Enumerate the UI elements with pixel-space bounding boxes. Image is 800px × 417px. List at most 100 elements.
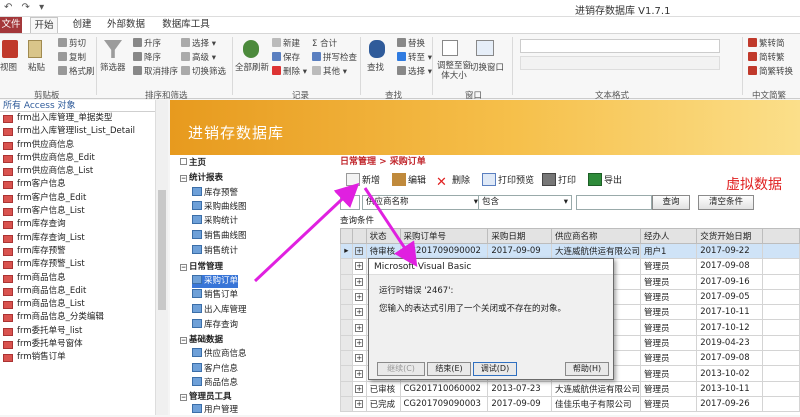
row-selector[interactable] xyxy=(340,319,353,336)
tree-inout[interactable]: 出入库管理 xyxy=(192,304,247,317)
table-cell[interactable]: 佳佳乐电子有限公司 xyxy=(550,395,642,413)
more-button[interactable]: 其他 ▾ xyxy=(312,65,347,77)
table-row[interactable]: + 已审核 CG201710060002 2013-07-23 大连威航供运有限公司 管理… xyxy=(340,380,800,397)
expand-cell[interactable]: + xyxy=(351,395,367,413)
tree-supplier-info[interactable]: 供应商信息 xyxy=(192,348,247,361)
copy-button[interactable]: 复制 xyxy=(58,51,86,63)
nav-object-item[interactable]: frm客户信息 xyxy=(0,178,167,191)
table-cell[interactable]: 管理员 xyxy=(640,319,698,336)
expand-cell[interactable]: + xyxy=(351,288,367,306)
print-button[interactable]: 打印 xyxy=(542,173,576,189)
table-cell[interactable]: 管理员 xyxy=(640,334,698,352)
table-cell[interactable]: 管理员 xyxy=(640,258,698,275)
save-record-button[interactable]: 保存 xyxy=(272,51,300,63)
nav-scrollbar[interactable] xyxy=(155,100,168,415)
nav-object-item[interactable]: frm客户信息_Edit xyxy=(0,192,167,205)
tab-external-data[interactable]: 外部数据 xyxy=(104,17,148,33)
nav-object-item[interactable]: frm商品信息 xyxy=(0,272,167,285)
table-cell[interactable]: 管理员 xyxy=(640,288,698,306)
table-cell[interactable]: 管理员 xyxy=(640,395,698,413)
row-selector[interactable] xyxy=(340,288,353,306)
tree-daily[interactable]: − 日常管理 xyxy=(180,261,223,274)
tree-home[interactable]: 主页 xyxy=(180,157,206,170)
selection-button[interactable]: 选择 ▾ xyxy=(181,37,216,49)
expand-cell[interactable]: + xyxy=(351,380,367,397)
table-cell[interactable]: 2017-09-08 xyxy=(696,350,763,367)
end-button[interactable]: 结束(E) xyxy=(427,362,471,376)
table-cell[interactable]: 用户1 xyxy=(640,242,698,260)
table-cell[interactable]: 2017-10-11 xyxy=(696,304,763,321)
refresh-all-button[interactable]: 全部刷新 xyxy=(235,61,269,73)
table-cell[interactable]: 2013-10-11 xyxy=(696,380,763,397)
nav-object-item[interactable]: frm商品信息_List xyxy=(0,298,167,311)
row-selector[interactable] xyxy=(340,350,353,367)
simp-to-trad-button[interactable]: 简转繁 xyxy=(748,51,785,63)
expand-cell[interactable]: + xyxy=(351,350,367,367)
expand-cell[interactable]: + xyxy=(351,258,367,275)
operator-select[interactable]: 包含 ▾ xyxy=(478,195,572,210)
table-cell[interactable]: 管理员 xyxy=(640,304,698,321)
print-preview-button[interactable]: 打印预览 xyxy=(482,173,534,189)
expand-cell[interactable]: + xyxy=(351,334,367,352)
table-cell[interactable]: 已完成 xyxy=(365,395,401,413)
tree-stock-warning[interactable]: 库存预警 xyxy=(192,187,238,200)
tree-basic[interactable]: − 基础数据 xyxy=(180,334,223,347)
nav-object-item[interactable]: frm库存查询 xyxy=(0,218,167,231)
scrollbar-thumb[interactable] xyxy=(158,190,166,310)
select-button[interactable]: 选择 ▾ xyxy=(397,65,432,77)
continue-button[interactable]: 继续(C) xyxy=(377,362,425,376)
toggle-filter-button[interactable]: 切换筛选 xyxy=(181,65,226,77)
table-cell[interactable]: CG201709090003 xyxy=(399,395,489,413)
tree-user-mgmt[interactable]: 用户管理 xyxy=(192,404,238,417)
nav-object-item[interactable]: frm库存预警 xyxy=(0,245,167,258)
table-cell[interactable]: 2017-09-08 xyxy=(696,258,763,275)
nav-object-item[interactable]: frm供应商信息_List xyxy=(0,165,167,178)
advanced-button[interactable]: 高级 ▾ xyxy=(181,51,216,63)
tree-stock-query[interactable]: 库存查询 xyxy=(192,319,238,332)
expand-cell[interactable]: + xyxy=(351,242,367,260)
nav-object-item[interactable]: frm出入库管理_单据类型 xyxy=(0,112,167,125)
tree-admin-tools[interactable]: − 管理员工具 xyxy=(180,391,232,404)
spelling-button[interactable]: 拼写检查 xyxy=(312,51,357,63)
tree-sales-curve[interactable]: 销售曲线图 xyxy=(192,230,247,243)
nav-object-item[interactable]: frm供应商信息 xyxy=(0,139,167,152)
goto-button[interactable]: 转至 ▾ xyxy=(397,51,432,63)
row-selector[interactable] xyxy=(340,304,353,321)
nav-object-item[interactable]: frm库存预警_List xyxy=(0,258,167,271)
expand-cell[interactable]: + xyxy=(351,304,367,321)
row-selector[interactable]: ▸ xyxy=(340,242,353,260)
paste-button[interactable]: 粘贴 xyxy=(28,61,45,73)
column-header[interactable]: 经办人 xyxy=(640,228,698,244)
query-button[interactable]: 查询 xyxy=(652,195,690,210)
table-cell[interactable]: 大连威航供运有限公司 xyxy=(550,380,642,397)
debug-button[interactable]: 调试(D) xyxy=(473,362,517,376)
table-cell[interactable]: 2017-09-09 xyxy=(487,242,552,260)
value-input[interactable] xyxy=(576,195,652,210)
tree-purchase-order[interactable]: 采购订单 xyxy=(192,275,239,288)
table-cell[interactable]: 2017-09-09 xyxy=(487,395,552,413)
quick-access-toolbar[interactable]: ↶ ↷ ▾ xyxy=(4,2,47,13)
table-cell[interactable]: CG201709090002 xyxy=(399,242,489,260)
switch-window-button[interactable]: 切换窗口 xyxy=(470,61,504,73)
tree-stats[interactable]: − 统计报表 xyxy=(180,172,223,185)
column-header[interactable]: 采购订单号 xyxy=(399,228,489,244)
expand-cell[interactable]: + xyxy=(351,319,367,336)
delete-record-button[interactable]: 删除 ▾ xyxy=(272,65,307,77)
new-record-button[interactable]: 新建 xyxy=(272,37,300,49)
nav-object-item[interactable]: frm委托单号窗体 xyxy=(0,338,167,351)
tree-sales-order[interactable]: 销售订单 xyxy=(192,289,238,302)
tree-sales-stats[interactable]: 销售统计 xyxy=(192,245,238,258)
table-cell[interactable]: 管理员 xyxy=(640,365,698,382)
add-button[interactable]: 新增 xyxy=(346,173,380,189)
filter-button[interactable]: 筛选器 xyxy=(100,61,126,73)
table-row[interactable]: + 已完成 CG201709090003 2017-09-09 佳佳乐电子有限公司 管理员… xyxy=(340,395,800,413)
fit-window-button[interactable]: 调整至窗体大小 xyxy=(436,61,472,81)
nav-object-item[interactable]: frm供应商信息_Edit xyxy=(0,152,167,165)
table-cell[interactable]: 已审核 xyxy=(365,380,401,397)
field-dropdown-arrow[interactable]: ▾ xyxy=(340,195,360,210)
nav-object-item[interactable]: frm库存查询_List xyxy=(0,232,167,245)
remove-sort-button[interactable]: 取消排序 xyxy=(133,65,178,77)
font-selector[interactable] xyxy=(520,39,720,53)
tree-product-info[interactable]: 商品信息 xyxy=(192,377,238,390)
view-button[interactable]: 视图 xyxy=(0,61,17,73)
